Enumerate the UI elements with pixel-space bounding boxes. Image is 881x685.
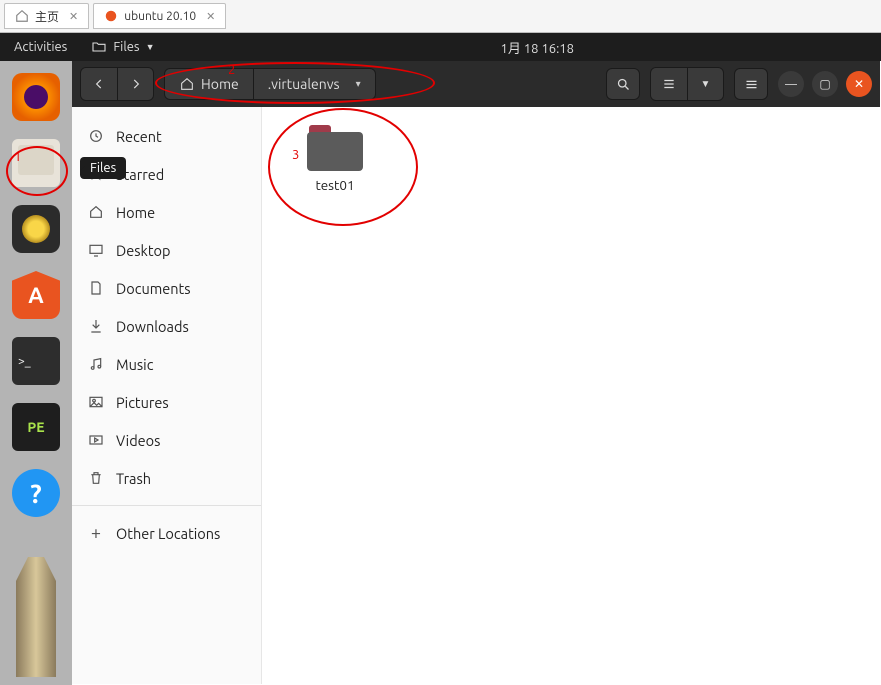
sidebar-item-label: Pictures	[116, 394, 169, 411]
window-controls: — ▢ ✕	[778, 71, 872, 97]
sidebar-item-videos[interactable]: Videos	[72, 421, 261, 459]
home-icon	[179, 76, 195, 92]
sidebar-item-label: Home	[116, 204, 155, 221]
files-window: Home .virtualenvs ▼ — ▢ ✕ Recent Starred	[72, 61, 880, 684]
pic-icon	[88, 394, 104, 410]
sidebar-item-trash[interactable]: Trash	[72, 459, 261, 497]
path-segment-label: .virtualenvs	[268, 76, 340, 92]
dock-pycharm[interactable]: PE	[12, 403, 60, 451]
chevron-down-icon: ▼	[146, 42, 155, 52]
view-group: ▼	[650, 67, 724, 101]
forward-button[interactable]	[117, 68, 153, 100]
sidebar-item-label: Trash	[116, 470, 151, 487]
sidebar-item-desktop[interactable]: Desktop	[72, 231, 261, 269]
folder-icon	[91, 39, 107, 55]
sidebar-item-label: Videos	[116, 432, 160, 449]
files-headerbar: Home .virtualenvs ▼ — ▢ ✕	[72, 61, 880, 107]
gnome-top-bar: Activities Files ▼ 1月 18 16:18	[0, 33, 881, 61]
video-icon	[88, 432, 104, 448]
path-segment-label: Home	[201, 76, 239, 92]
close-button[interactable]: ✕	[846, 71, 872, 97]
annotation-label: 1	[14, 150, 21, 164]
dock-help[interactable]: ?	[12, 469, 60, 517]
sidebar-item-home[interactable]: Home	[72, 193, 261, 231]
sidebar-item-label: Documents	[116, 280, 191, 297]
back-button[interactable]	[81, 68, 117, 100]
home-icon	[15, 9, 29, 23]
minimize-button[interactable]: —	[778, 71, 804, 97]
dock-firefox[interactable]	[12, 73, 60, 121]
vm-tab-ubuntu[interactable]: ubuntu 20.10 ✕	[93, 3, 226, 29]
sidebar-item-music[interactable]: Music	[72, 345, 261, 383]
ubuntu-icon	[104, 9, 118, 23]
folder-icon	[307, 125, 363, 171]
clock-icon	[88, 128, 104, 144]
files-content[interactable]: test01	[262, 107, 880, 684]
doc-icon	[88, 280, 104, 296]
home-icon	[88, 204, 104, 220]
trash-icon	[88, 470, 104, 486]
folder-item[interactable]: test01	[290, 125, 380, 193]
dock-rhythmbox[interactable]	[12, 205, 60, 253]
dock-tooltip: Files	[80, 157, 126, 179]
nav-group	[80, 67, 154, 101]
sidebar-item-recent[interactable]: Recent	[72, 117, 261, 155]
desktop-icon	[88, 242, 104, 258]
sidebar-item-pictures[interactable]: Pictures	[72, 383, 261, 421]
annotation-label: 3	[292, 148, 299, 162]
vm-tab-home[interactable]: 主页 ✕	[4, 3, 89, 29]
plus-icon: +	[88, 523, 104, 543]
path-current[interactable]: .virtualenvs	[253, 69, 375, 99]
vm-tab-label: ubuntu 20.10	[124, 10, 196, 23]
sidebar-item-label: Other Locations	[116, 525, 220, 542]
activities-button[interactable]: Activities	[0, 40, 81, 54]
list-view-button[interactable]	[651, 68, 687, 100]
wallpaper-pencil	[16, 557, 56, 677]
download-icon	[88, 318, 104, 334]
clock[interactable]: 1月 18 16:18	[501, 38, 574, 57]
sidebar-item-label: Music	[116, 356, 153, 373]
path-bar[interactable]: Home .virtualenvs	[164, 68, 376, 100]
hamburger-menu[interactable]	[734, 68, 768, 100]
folder-label: test01	[315, 177, 354, 193]
sidebar-item-label: Desktop	[116, 242, 170, 259]
sidebar-item-documents[interactable]: Documents	[72, 269, 261, 307]
sidebar-item-downloads[interactable]: Downloads	[72, 307, 261, 345]
chevron-right-icon	[129, 77, 143, 91]
menu-icon	[744, 77, 759, 92]
list-icon	[662, 77, 676, 91]
music-icon	[88, 356, 104, 372]
annotation-label: 2	[228, 63, 235, 77]
sidebar-item-label: Downloads	[116, 318, 189, 335]
sidebar-item-other-locations[interactable]: + Other Locations	[72, 514, 261, 552]
search-button[interactable]	[606, 68, 640, 100]
files-sidebar: Recent Starred Home Desktop Documents Do…	[72, 107, 262, 684]
files-body: Recent Starred Home Desktop Documents Do…	[72, 107, 880, 684]
chevron-down-icon: ▼	[701, 78, 711, 90]
close-icon[interactable]: ✕	[69, 10, 78, 23]
dock-terminal[interactable]: >_	[12, 337, 60, 385]
maximize-button[interactable]: ▢	[812, 71, 838, 97]
sidebar-separator	[72, 505, 261, 506]
close-icon[interactable]: ✕	[206, 10, 215, 23]
view-options-button[interactable]: ▼	[687, 68, 723, 100]
chevron-left-icon	[92, 77, 106, 91]
app-menu-label: Files	[113, 40, 139, 54]
search-icon	[616, 77, 631, 92]
vm-tab-label: 主页	[35, 8, 59, 25]
dock-software[interactable]: A	[12, 271, 60, 319]
app-menu[interactable]: Files ▼	[81, 39, 164, 55]
vm-host-tabstrip: 主页 ✕ ubuntu 20.10 ✕	[0, 0, 881, 33]
dock: A >_ PE ?	[0, 61, 72, 685]
path-home[interactable]: Home	[165, 69, 253, 99]
sidebar-item-label: Recent	[116, 128, 162, 145]
